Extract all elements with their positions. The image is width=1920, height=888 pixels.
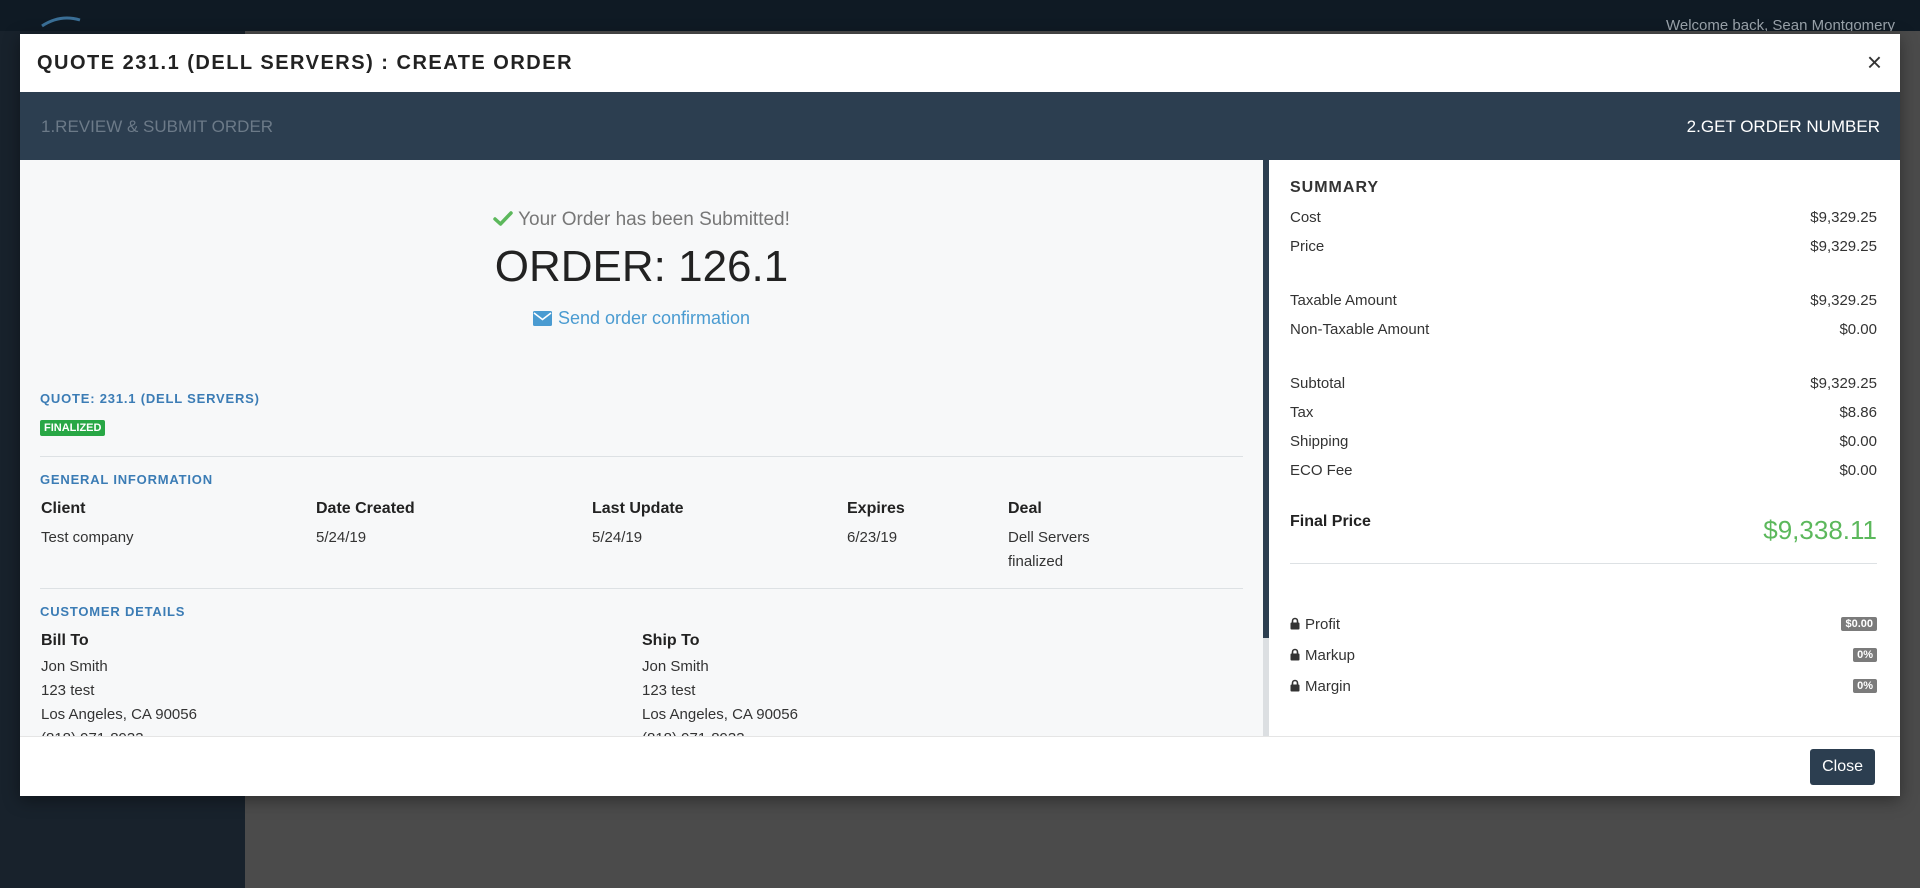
check-icon	[493, 211, 513, 226]
ship-to-address: Jon Smith 123 test Los Angeles, CA 90056…	[642, 655, 798, 736]
app-topbar: Welcome back, Sean Montgomery	[0, 0, 1920, 34]
divider	[40, 588, 1243, 589]
order-details-panel[interactable]: Your Order has been Submitted! ORDER: 12…	[20, 160, 1263, 736]
summary-row-non-taxable: Non-Taxable Amount $0.00	[1290, 321, 1877, 338]
info-value: 5/24/19	[316, 529, 367, 546]
create-order-modal: QUOTE 231.1 (DELL SERVERS) : CREATE ORDE…	[20, 34, 1900, 796]
summary-label: Shipping	[1290, 433, 1349, 450]
info-deal: Deal Dell Servers finalized	[1008, 500, 1090, 574]
summary-row-eco-fee: ECO Fee $0.00	[1290, 462, 1877, 479]
summary-value: $0.00	[1839, 462, 1877, 479]
ship-to-street: 123 test	[642, 682, 696, 699]
info-value: Dell Servers finalized	[1008, 526, 1090, 574]
ship-to: Ship To Jon Smith 123 test Los Angeles, …	[642, 632, 798, 736]
info-value: 5/24/19	[592, 529, 643, 546]
bill-to-street: 123 test	[41, 682, 95, 699]
customer-details-title: CUSTOMER DETAILS	[40, 604, 186, 619]
summary-label: Tax	[1290, 404, 1314, 421]
info-label: Last Update	[592, 500, 684, 517]
bill-to-city: Los Angeles, CA 90056	[41, 706, 197, 723]
summary-label: ECO Fee	[1290, 462, 1353, 479]
success-text: Your Order has been Submitted!	[518, 209, 790, 230]
summary-row-price: Price $9,329.25	[1290, 238, 1877, 255]
summary-value: $8.86	[1839, 404, 1877, 421]
bill-to-phone: (818) 971-8933	[41, 727, 197, 736]
summary-value: $0.00	[1839, 321, 1877, 338]
summary-title: SUMMARY	[1290, 179, 1380, 196]
summary-row-shipping: Shipping $0.00	[1290, 433, 1877, 450]
summary-row-cost: Cost $9,329.25	[1290, 209, 1877, 226]
info-label: Expires	[847, 500, 905, 517]
summary-label: Non-Taxable Amount	[1290, 321, 1430, 338]
summary-value: $9,329.25	[1810, 375, 1877, 392]
order-number: ORDER: 126.1	[494, 242, 789, 291]
step-review-submit: 1.REVIEW & SUBMIT ORDER	[41, 117, 274, 136]
success-message: Your Order has been Submitted!	[20, 209, 1263, 231]
locked-label: Profit	[1305, 616, 1341, 633]
summary-row-taxable: Taxable Amount $9,329.25	[1290, 292, 1877, 309]
bill-to-address: Jon Smith 123 test Los Angeles, CA 90056…	[41, 655, 197, 736]
ship-to-name: Jon Smith	[642, 658, 709, 675]
ship-to-phone: (818) 971-8933	[642, 727, 798, 736]
locked-row-margin: Margin 0%	[1290, 678, 1877, 695]
locked-row-profit: Profit $0.00	[1290, 616, 1877, 633]
summary-label: Taxable Amount	[1290, 292, 1397, 309]
step-get-order-number: 2.GET ORDER NUMBER	[1686, 117, 1880, 136]
steps-bar: 1.REVIEW & SUBMIT ORDER 2.GET ORDER NUMB…	[20, 92, 1900, 160]
summary-value: $0.00	[1839, 433, 1877, 450]
info-label: Date Created	[316, 500, 415, 517]
deal-status: finalized	[1008, 553, 1064, 570]
info-label: Deal	[1008, 500, 1042, 517]
summary-row-tax: Tax $8.86	[1290, 404, 1877, 421]
modal-title: QUOTE 231.1 (DELL SERVERS) : CREATE ORDE…	[37, 52, 574, 74]
locked-value-badge: 0%	[1853, 648, 1877, 662]
info-last-update: Last Update 5/24/19	[592, 500, 684, 550]
general-info-title: GENERAL INFORMATION	[40, 472, 213, 487]
modal-footer: Close	[20, 736, 1900, 796]
ship-to-label: Ship To	[642, 632, 700, 649]
app-logo	[41, 16, 81, 28]
info-date-created: Date Created 5/24/19	[316, 500, 415, 550]
locked-row-markup: Markup 0%	[1290, 647, 1877, 664]
info-value: Test company	[41, 529, 134, 546]
status-badge: FINALIZED	[40, 420, 106, 436]
envelope-icon	[532, 311, 552, 326]
summary-row-subtotal: Subtotal $9,329.25	[1290, 375, 1877, 392]
summary-value: $9,329.25	[1810, 292, 1877, 309]
summary-label: Price	[1290, 238, 1325, 255]
quote-section-title: QUOTE: 231.1 (DELL SERVERS)	[40, 391, 260, 406]
summary-label: Subtotal	[1290, 375, 1346, 392]
deal-name: Dell Servers	[1008, 529, 1090, 546]
info-expires: Expires 6/23/19	[847, 500, 905, 550]
locked-value-badge: $0.00	[1841, 617, 1877, 631]
modal-body: Your Order has been Submitted! ORDER: 12…	[20, 160, 1900, 736]
lock-icon	[1290, 617, 1300, 630]
bill-to-name: Jon Smith	[41, 658, 108, 675]
locked-value-badge: 0%	[1853, 679, 1877, 693]
send-confirmation-text: Send order confirmation	[557, 308, 751, 328]
info-client: Client Test company	[41, 500, 134, 550]
final-price-label: Final Price	[1290, 513, 1371, 530]
bill-to: Bill To Jon Smith 123 test Los Angeles, …	[41, 632, 197, 736]
divider	[40, 456, 1243, 457]
bill-to-label: Bill To	[41, 632, 89, 649]
summary-value: $9,329.25	[1810, 209, 1877, 226]
close-icon[interactable]: ×	[1867, 49, 1882, 75]
info-value: 6/23/19	[847, 529, 898, 546]
lock-icon	[1290, 648, 1300, 661]
locked-label: Margin	[1305, 678, 1351, 695]
locked-label: Markup	[1305, 647, 1356, 664]
summary-panel: SUMMARY Cost $9,329.25 Price $9,329.25 T…	[1269, 160, 1900, 736]
lock-icon	[1290, 679, 1300, 692]
info-label: Client	[41, 500, 86, 517]
summary-value: $9,329.25	[1810, 238, 1877, 255]
modal-header: QUOTE 231.1 (DELL SERVERS) : CREATE ORDE…	[20, 34, 1900, 92]
final-price-value: $9,338.11	[1763, 515, 1877, 545]
close-button[interactable]: Close	[1810, 749, 1875, 785]
ship-to-city: Los Angeles, CA 90056	[642, 706, 798, 723]
summary-divider	[1290, 563, 1877, 564]
send-confirmation-link[interactable]: Send order confirmation	[20, 308, 1263, 329]
summary-label: Cost	[1290, 209, 1321, 226]
